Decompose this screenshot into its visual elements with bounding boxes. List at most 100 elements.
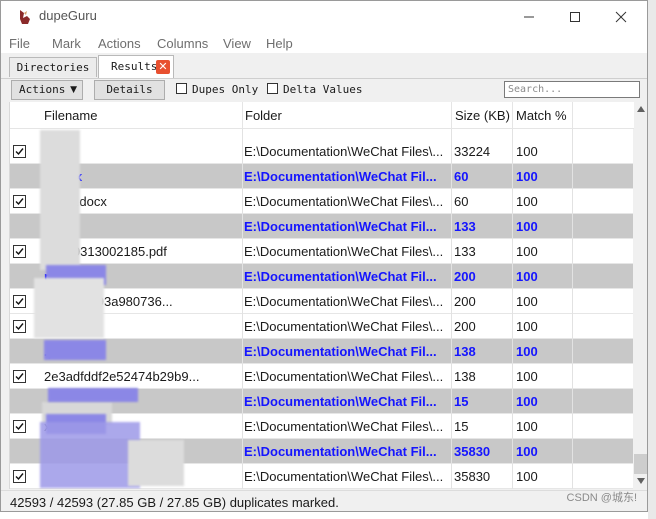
close-icon <box>615 11 627 23</box>
status-text: 42593 / 42593 (27.85 GB / 27.85 GB) dupl… <box>10 495 339 510</box>
window-title: dupeGuru <box>39 8 97 23</box>
table-header: Filename Folder Size (KB) Match % <box>10 102 634 129</box>
tab-results-label: Results <box>111 60 158 73</box>
match-cell: 100 <box>516 469 538 484</box>
minimize-button[interactable] <box>506 1 552 33</box>
grid-line <box>451 128 452 489</box>
menu-file[interactable]: File <box>9 36 30 51</box>
minimize-icon <box>524 16 534 18</box>
size-cell: 35830 <box>454 444 491 459</box>
watermark: CSDN @城东! <box>566 492 637 504</box>
menu-help[interactable]: Help <box>266 36 293 51</box>
match-cell: 100 <box>516 219 538 234</box>
folder-cell: E:\Documentation\WeChat Files\... <box>244 419 444 434</box>
match-cell: 100 <box>516 344 538 359</box>
scroll-up-icon[interactable] <box>637 106 645 112</box>
match-cell: 100 <box>516 294 538 309</box>
checkmark-icon <box>15 423 24 431</box>
duplicate-row[interactable]: (1)(2).docxE:\Documentation\WeChat Files… <box>10 189 634 214</box>
checkmark-icon <box>15 373 24 381</box>
maximize-button[interactable] <box>552 1 598 33</box>
column-divider[interactable] <box>451 102 452 128</box>
menu-columns[interactable]: Columns <box>157 36 208 51</box>
mark-checkbox[interactable] <box>13 370 26 383</box>
menu-view[interactable]: View <box>223 36 251 51</box>
menu-mark[interactable]: Mark <box>52 36 81 51</box>
scroll-thumb[interactable] <box>634 454 647 474</box>
folder-cell: E:\Documentation\WeChat Files\... <box>244 244 444 259</box>
details-button[interactable]: Details <box>94 80 165 100</box>
match-cell: 100 <box>516 419 538 434</box>
mark-checkbox[interactable] <box>13 295 26 308</box>
mark-checkbox[interactable] <box>13 470 26 483</box>
app-icon <box>20 10 30 24</box>
size-cell: 60 <box>454 169 469 184</box>
column-divider[interactable] <box>572 102 573 128</box>
grid-line <box>572 128 573 489</box>
column-divider[interactable] <box>512 102 513 128</box>
title-bar[interactable]: dupeGuru <box>1 1 647 33</box>
folder-cell: E:\Documentation\WeChat Fil... <box>244 219 437 234</box>
duplicate-row[interactable]: 2e3adfddf2e52474b29b9... E:\Documentation… <box>10 364 634 389</box>
close-window-button[interactable] <box>598 1 644 33</box>
size-cell: 35830 <box>454 469 491 484</box>
size-cell: 200 <box>454 319 476 334</box>
tab-directories[interactable]: Directories <box>9 57 97 77</box>
close-tab-icon[interactable]: ✕ <box>156 60 170 74</box>
header-folder[interactable]: Folder <box>245 108 282 123</box>
filename-cell: 2e3adfddf2e52474b29b9... <box>44 369 200 384</box>
folder-cell: E:\Documentation\WeChat Files\... <box>244 469 444 484</box>
vertical-scrollbar[interactable] <box>633 102 647 489</box>
column-divider[interactable] <box>242 102 243 128</box>
redaction-block <box>128 440 184 486</box>
folder-cell: E:\Documentation\WeChat Files\... <box>244 319 444 334</box>
chevron-down-icon: ▼ <box>70 85 77 95</box>
duplicate-row[interactable]: exeE:\Documentation\WeChat Files\...3322… <box>10 139 634 164</box>
match-cell: 100 <box>516 444 538 459</box>
actions-dropdown-button[interactable]: Actions ▼ <box>11 80 83 100</box>
mark-checkbox[interactable] <box>13 320 26 333</box>
size-cell: 133 <box>454 219 476 234</box>
checkmark-icon <box>15 473 24 481</box>
dupes-only-label: Dupes Only <box>192 83 259 96</box>
reference-row[interactable]: pdfE:\Documentation\WeChat Fil...133100 <box>10 214 634 239</box>
duplicate-row[interactable]: 19440313002185.pdf E:\Documentation\WeCha… <box>10 239 634 264</box>
redaction-block <box>48 388 138 402</box>
header-match[interactable]: Match % <box>516 108 567 123</box>
header-size[interactable]: Size (KB) <box>455 108 510 123</box>
search-input[interactable] <box>504 81 640 98</box>
header-filename[interactable]: Filename <box>44 108 97 123</box>
checkmark-icon <box>15 148 24 156</box>
mark-checkbox[interactable] <box>13 245 26 258</box>
mark-checkbox[interactable] <box>13 145 26 158</box>
grid-line <box>242 128 243 489</box>
dupes-only-checkbox[interactable] <box>176 83 187 94</box>
redaction-block <box>40 422 140 488</box>
size-cell: 15 <box>454 419 469 434</box>
scroll-down-icon[interactable] <box>637 478 645 484</box>
match-cell: 100 <box>516 244 538 259</box>
mark-checkbox[interactable] <box>13 195 26 208</box>
match-cell: 100 <box>516 394 538 409</box>
reference-row[interactable]: ).docxE:\Documentation\WeChat Fil...6010… <box>10 164 634 189</box>
status-bar: 42593 / 42593 (27.85 GB / 27.85 GB) dupl… <box>1 490 647 511</box>
mark-checkbox[interactable] <box>13 420 26 433</box>
checkmark-icon <box>15 198 24 206</box>
toolbar: Actions ▼ Details Dupes Only Delta Value… <box>1 78 647 102</box>
main-window: dupeGuru File Mark Actions Columns View … <box>0 0 648 512</box>
checkmark-icon <box>15 298 24 306</box>
match-cell: 100 <box>516 169 538 184</box>
match-cell: 100 <box>516 194 538 209</box>
tab-bar: Directories Results ✕ <box>1 55 647 79</box>
menu-actions[interactable]: Actions <box>98 36 141 51</box>
delta-values-checkbox[interactable] <box>267 83 278 94</box>
grid-line <box>512 128 513 489</box>
folder-cell: E:\Documentation\WeChat Fil... <box>244 344 437 359</box>
tab-results[interactable]: Results ✕ <box>98 55 174 78</box>
size-cell: 138 <box>454 344 476 359</box>
background-window <box>648 0 656 519</box>
redaction-block <box>40 130 80 270</box>
checkmark-icon <box>15 323 24 331</box>
size-cell: 60 <box>454 194 469 209</box>
folder-cell: E:\Documentation\WeChat Files\... <box>244 294 444 309</box>
